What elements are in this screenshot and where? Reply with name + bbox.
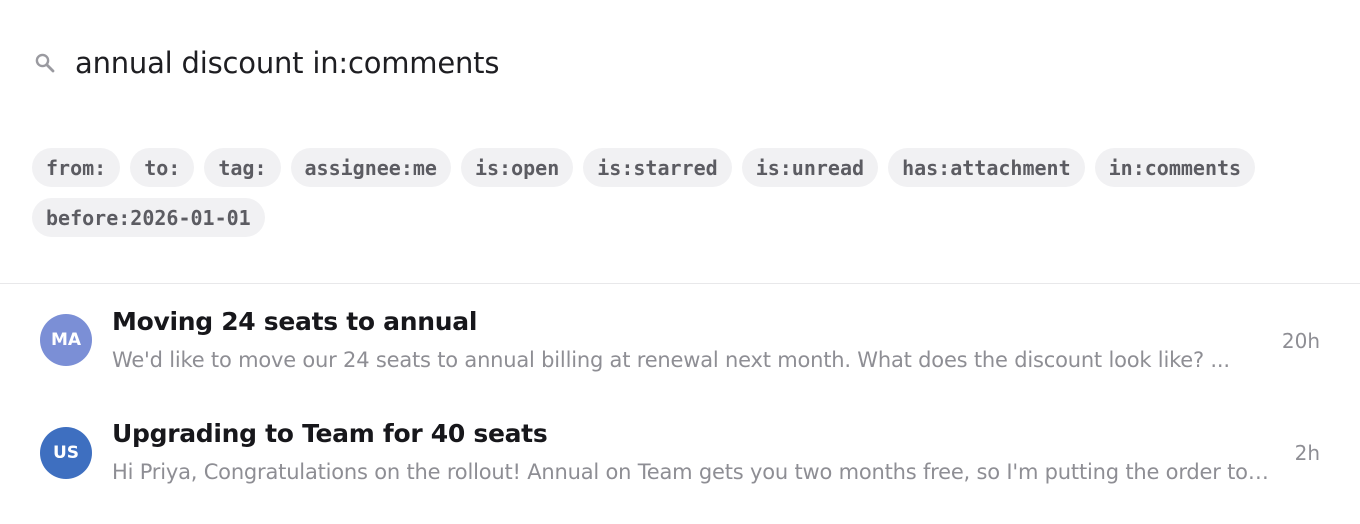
results-list: MA Moving 24 seats to annual We'd like t…: [0, 284, 1360, 508]
filter-chip-is-open[interactable]: is:open: [460, 148, 574, 187]
filter-chip-from[interactable]: from:: [32, 148, 121, 187]
filter-chip-tag[interactable]: tag:: [204, 148, 281, 187]
filter-chips: from: to: tag: assignee:me is:open is:st…: [32, 148, 1342, 237]
filter-chip-has-attachment[interactable]: has:attachment: [888, 148, 1085, 187]
result-time: 2h: [1294, 441, 1320, 465]
result-title: Moving 24 seats to annual: [112, 307, 478, 336]
result-item[interactable]: MA Moving 24 seats to annual We'd like t…: [0, 284, 1360, 396]
filter-chip-in-comments[interactable]: in:comments: [1094, 148, 1256, 187]
result-item[interactable]: US Upgrading to Team for 40 seats Hi Pri…: [0, 396, 1360, 508]
result-title: Upgrading to Team for 40 seats: [112, 419, 548, 448]
avatar: MA: [40, 314, 92, 366]
search-icon: [34, 52, 56, 74]
search-panel: from: to: tag: assignee:me is:open is:st…: [0, 0, 1360, 524]
avatar: US: [40, 427, 92, 479]
result-snippet: Hi Priya, Congratulations on the rollout…: [112, 460, 1274, 484]
search-input[interactable]: [75, 40, 1315, 86]
result-time: 20h: [1281, 329, 1320, 353]
search-bar: [0, 0, 1360, 126]
filter-chip-assignee[interactable]: assignee:me: [290, 148, 451, 187]
filter-chip-before-date[interactable]: before:2026-01-01: [32, 198, 265, 237]
filter-chip-to[interactable]: to:: [130, 148, 195, 187]
filter-chip-is-starred[interactable]: is:starred: [583, 148, 732, 187]
filter-chip-is-unread[interactable]: is:unread: [741, 148, 879, 187]
result-snippet: We'd like to move our 24 seats to annual…: [112, 348, 1230, 372]
